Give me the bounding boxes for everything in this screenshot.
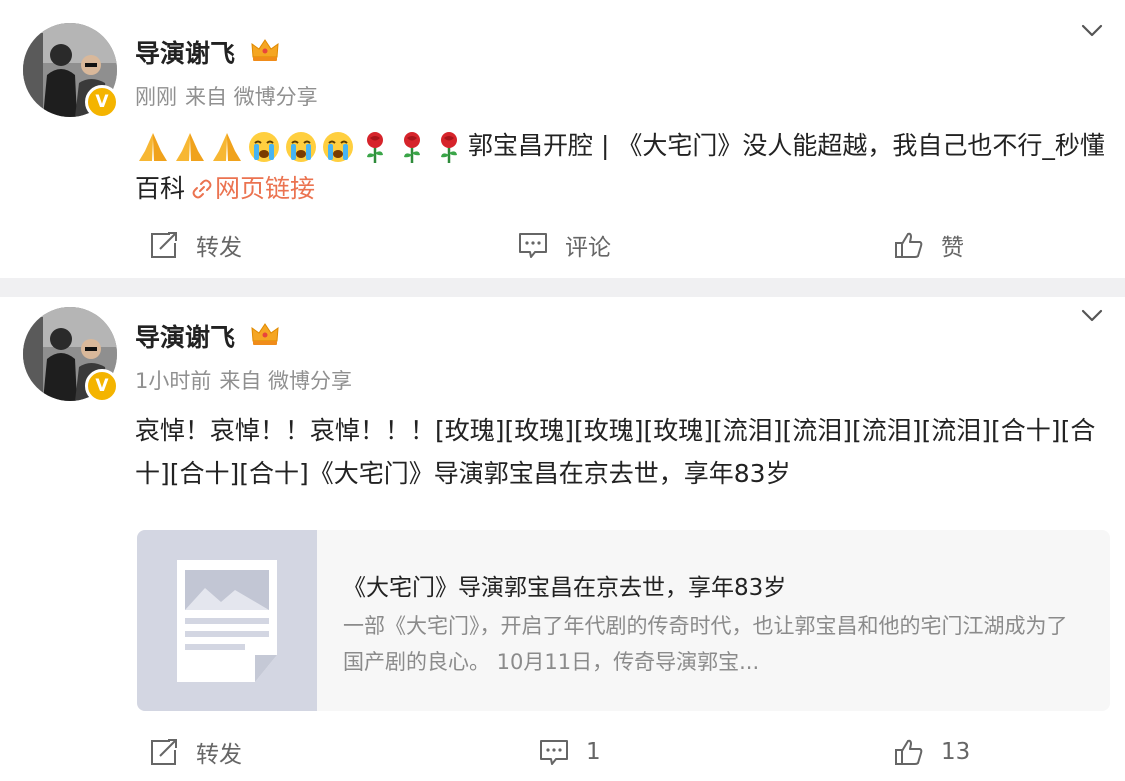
crown-icon xyxy=(251,39,279,61)
verified-badge-icon: V xyxy=(85,369,119,403)
card-thumbnail xyxy=(137,530,317,711)
like-count: 13 xyxy=(941,739,971,765)
link-icon xyxy=(192,179,212,199)
feed-separator xyxy=(0,278,1125,297)
link-preview-card[interactable]: 《大宅门》导演郭宝昌在京去世，享年83岁 一部《大宅门》，开启了年代剧的传奇时代… xyxy=(137,530,1110,711)
thumbs-up-icon xyxy=(895,739,923,765)
card-description: 一部《大宅门》，开启了年代剧的传奇时代，也让郭宝昌和他的宅门江湖成为了国产剧的良… xyxy=(343,614,1068,674)
crying-emoji xyxy=(286,132,316,162)
rose-emoji xyxy=(441,132,457,163)
thumbs-up-icon xyxy=(895,232,923,258)
repost-label: 转发 xyxy=(196,235,242,261)
chevron-down-icon[interactable] xyxy=(1081,24,1103,38)
comment-label: 评论 xyxy=(565,235,611,261)
verified-badge-icon: V xyxy=(85,85,119,119)
emoji-row xyxy=(135,129,468,165)
like-label: 赞 xyxy=(941,235,964,261)
comment-button[interactable]: 1 xyxy=(538,732,601,772)
like-button[interactable]: 13 xyxy=(893,732,970,772)
author-name[interactable]: 导演谢飞 xyxy=(135,318,235,354)
comment-button[interactable]: 评论 xyxy=(517,225,611,265)
card-title: 《大宅门》导演郭宝昌在京去世，享年83岁 xyxy=(343,575,787,601)
post-card: V 导演谢飞 刚刚 来自 微博分享 郭宝昌开腔 | 《大宅门》没人能超越，我自己… xyxy=(0,0,1125,278)
repost-label: 转发 xyxy=(196,742,242,768)
post-meta: 刚刚 来自 微博分享 xyxy=(135,81,326,111)
crying-emoji xyxy=(323,132,353,162)
post-meta: 1小时前 来自 微博分享 xyxy=(135,365,360,395)
comment-icon xyxy=(540,740,568,765)
action-bar: 转发 评论 赞 xyxy=(0,225,1125,265)
author-name[interactable]: 导演谢飞 xyxy=(135,34,235,70)
repost-icon xyxy=(151,232,177,258)
post-card: V 导演谢飞 1小时前 来自 微博分享 哀悼！哀悼！！哀悼！！！[玫瑰][玫瑰][… xyxy=(0,297,1125,781)
post-body-text: 哀悼！哀悼！！哀悼！！！[玫瑰][玫瑰][玫瑰][玫瑰][流泪][流泪][流泪]… xyxy=(135,416,1096,488)
post-text: 郭宝昌开腔 | 《大宅门》没人能超越，我自己也不行_秒懂百科 网页链接 xyxy=(135,124,1105,210)
document-placeholder-icon xyxy=(177,560,277,682)
repost-button[interactable]: 转发 xyxy=(148,225,242,265)
like-button[interactable]: 赞 xyxy=(893,225,964,265)
action-bar: 转发 1 13 xyxy=(0,732,1125,772)
rose-emoji xyxy=(404,132,420,163)
avatar[interactable]: V xyxy=(23,307,119,403)
repost-icon xyxy=(151,739,177,765)
post-time: 刚刚 xyxy=(135,85,177,109)
crown-icon xyxy=(251,323,279,345)
comment-count: 1 xyxy=(586,739,601,765)
crying-emoji xyxy=(249,132,279,162)
post-time: 1小时前 xyxy=(135,369,212,393)
pray-emoji xyxy=(176,133,204,161)
comment-icon xyxy=(519,233,547,258)
avatar[interactable]: V xyxy=(23,23,119,119)
rose-emoji xyxy=(367,132,383,163)
post-source: 来自 微博分享 xyxy=(185,85,318,109)
pray-emoji xyxy=(139,133,167,161)
post-source: 来自 微博分享 xyxy=(219,369,353,393)
pray-emoji xyxy=(213,133,241,161)
web-link[interactable]: 网页链接 xyxy=(215,174,315,203)
chevron-down-icon[interactable] xyxy=(1081,309,1103,323)
repost-button[interactable]: 转发 xyxy=(148,732,242,772)
